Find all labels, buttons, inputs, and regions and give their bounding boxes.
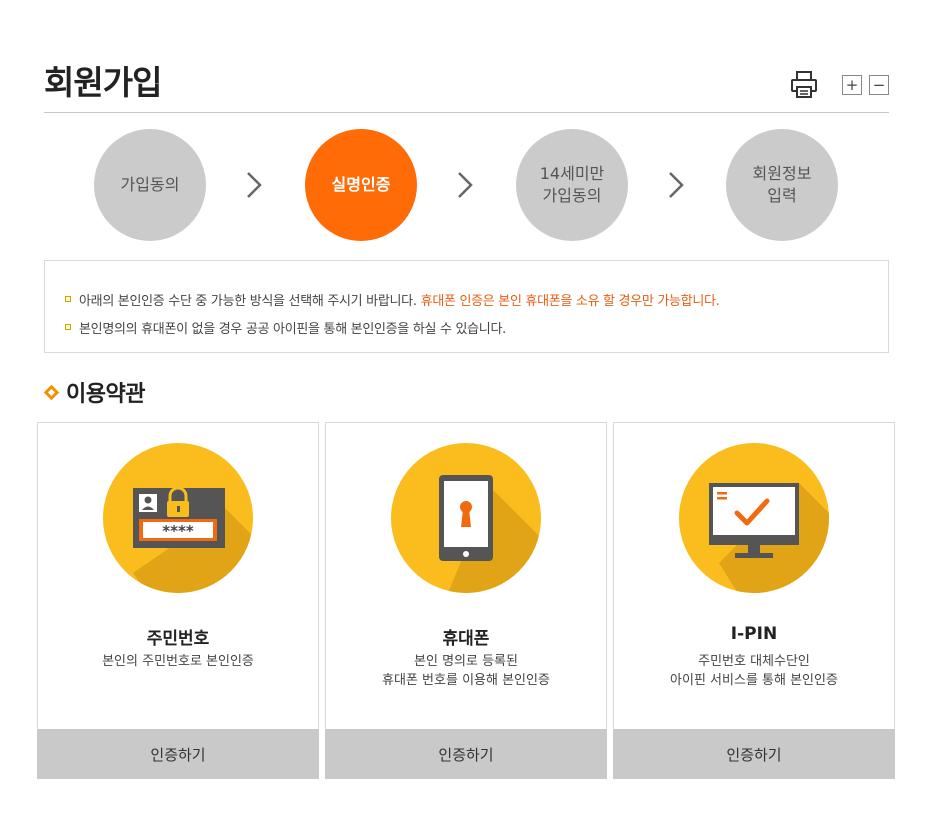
chevron-right-icon — [247, 172, 262, 198]
notice-text: 아래의 본인인증 수단 중 가능한 방식을 선택해 주시기 바랍니다. — [79, 293, 417, 309]
page-title: 회원가입 — [44, 63, 162, 102]
verify-button[interactable]: 인증하기 — [613, 729, 895, 779]
section-title-text: 이용약관 — [66, 382, 145, 407]
signup-steps: 가입동의 실명인증 14세미만 가입동의 회원정보 입력 — [94, 129, 838, 241]
step-under-14-agreement: 14세미만 가입동의 — [516, 129, 628, 241]
notice-line: 아래의 본인인증 수단 중 가능한 방식을 선택해 주시기 바랍니다. 휴대폰 … — [65, 285, 888, 313]
id-card-lock-icon: **** — [103, 443, 253, 593]
card-title: 주민번호 — [146, 629, 210, 649]
card-desc: 본인 명의로 등록된 휴대폰 번호를 이용해 본인인증 — [382, 654, 550, 688]
zoom-out-button[interactable]: − — [869, 75, 889, 95]
print-icon[interactable] — [789, 70, 819, 100]
notice-box: 아래의 본인인증 수단 중 가능한 방식을 선택해 주시기 바랍니다. 휴대폰 … — [44, 260, 889, 353]
notice-highlight: 휴대폰 인증은 본인 휴대폰을 소유 할 경우만 가능합니다. — [420, 293, 720, 309]
auth-card-mobile: 휴대폰 본인 명의로 등록된 휴대폰 번호를 이용해 본인인증 인증하기 — [325, 422, 607, 779]
verify-button[interactable]: 인증하기 — [37, 729, 319, 779]
chevron-right-icon — [669, 172, 684, 198]
svg-text:****: **** — [162, 522, 194, 540]
card-title: 휴대폰 — [442, 629, 490, 649]
chevron-right-icon — [458, 172, 473, 198]
auth-card-resident-number: **** 주민번호 본인의 주민번호로 본인인증 인증하기 — [37, 422, 319, 779]
bullet-icon — [65, 296, 71, 302]
step-agreement: 가입동의 — [94, 129, 206, 241]
diamond-icon — [43, 384, 60, 400]
card-desc: 본인의 주민번호로 본인인증 — [102, 654, 254, 669]
card-title: I-PIN — [730, 624, 778, 644]
zoom-in-button[interactable]: + — [842, 75, 862, 95]
verify-button[interactable]: 인증하기 — [325, 729, 607, 779]
page-header: 회원가입 + − — [44, 56, 889, 113]
page-tools: + − — [789, 70, 889, 100]
monitor-check-icon — [679, 443, 829, 593]
step-member-info: 회원정보 입력 — [726, 129, 838, 241]
notice-line: 본인명의의 휴대폰이 없을 경우 공공 아이핀을 통해 본인인증을 하실 수 있… — [65, 313, 888, 341]
notice-text: 본인명의의 휴대폰이 없을 경우 공공 아이핀을 통해 본인인증을 하실 수 있… — [79, 321, 506, 337]
mobile-lock-icon — [391, 443, 541, 593]
step-identity-verification: 실명인증 — [305, 129, 417, 241]
card-desc: 주민번호 대체수단인 아이핀 서비스를 통해 본인인증 — [670, 654, 838, 688]
auth-card-ipin: I-PIN 주민번호 대체수단인 아이핀 서비스를 통해 본인인증 인증하기 — [613, 422, 895, 779]
section-title: 이용약관 — [43, 376, 145, 408]
bullet-icon — [65, 324, 71, 330]
